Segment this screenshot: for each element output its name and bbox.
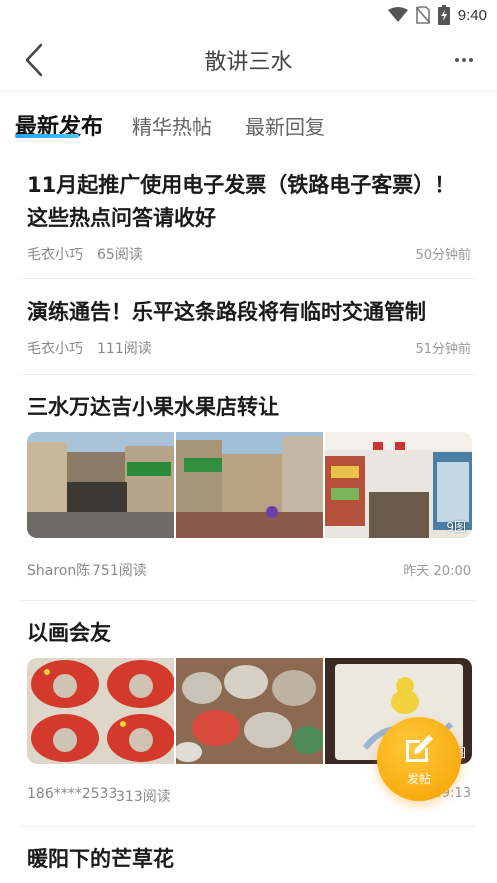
post-time: 昨天 20:00 [403, 564, 471, 579]
post-title[interactable]: 以画会友 [20, 617, 477, 650]
post-image-gallery[interactable]: 9图 [27, 432, 472, 538]
post-time: 50分钟前 [415, 248, 471, 263]
post-image[interactable] [27, 658, 174, 764]
post-item[interactable]: 暖阳下的芒草花 [20, 827, 477, 883]
post-title[interactable]: 演练通告！乐平这条路段将有临时交通管制 [20, 296, 477, 329]
status-time: 9:40 [457, 6, 487, 24]
post-meta: 毛衣小巧 65阅读 50分钟前 [20, 244, 477, 266]
wifi-icon [387, 7, 408, 22]
tab-bar: 最新发布 精华热帖 最新回复 [0, 104, 497, 144]
status-icons: 9:40 [387, 5, 487, 25]
post-time: 51分钟前 [415, 342, 471, 357]
post-item[interactable]: 11月起推广使用电子发票（铁路电子客票）！这些热点问答请收好 毛衣小巧 65阅读… [20, 152, 477, 279]
status-bar: 9:40 [0, 0, 497, 28]
post-author[interactable]: 毛衣小巧 [27, 338, 83, 358]
post-image[interactable] [176, 432, 323, 538]
new-post-button[interactable]: 发帖 [377, 717, 461, 801]
tab-latest-replies[interactable]: 最新回复 [245, 111, 325, 140]
tab-active-indicator [15, 134, 79, 138]
post-meta: Sharon陈 751阅读 昨天 20:00 [20, 560, 477, 582]
more-button[interactable] [451, 48, 477, 72]
post-author[interactable]: 毛衣小巧 [27, 244, 83, 264]
post-image[interactable] [176, 658, 323, 764]
post-read-count: 751阅读 [92, 563, 147, 579]
battery-charging-icon [437, 5, 450, 25]
more-dots-icon [455, 58, 473, 62]
tab-featured[interactable]: 精华热帖 [132, 111, 212, 140]
post-item[interactable]: 演练通告！乐平这条路段将有临时交通管制 毛衣小巧 111阅读 51分钟前 [20, 279, 477, 375]
post-meta: 毛衣小巧 111阅读 51分钟前 [20, 338, 477, 360]
post-image[interactable] [27, 432, 174, 538]
edit-icon [406, 734, 433, 762]
new-post-label: 发帖 [406, 771, 431, 786]
post-author[interactable]: Sharon陈 [27, 560, 90, 580]
post-read-count: 111阅读 [97, 341, 152, 357]
image-count-badge: 9图 [446, 520, 466, 534]
post-item[interactable]: 三水万达吉小果水果店转让 9图 Sharon陈 751阅读 昨天 20:00 [20, 375, 477, 601]
no-sim-icon [415, 6, 430, 24]
post-title[interactable]: 11月起推广使用电子发票（铁路电子客票）！这些热点问答请收好 [20, 169, 477, 235]
post-image[interactable]: 9图 [325, 432, 472, 538]
post-title[interactable]: 三水万达吉小果水果店转让 [20, 391, 477, 424]
post-read-count: 313阅读 [116, 789, 171, 805]
post-author[interactable]: 186****2533 [27, 786, 117, 802]
page-title: 散讲三水 [204, 50, 293, 75]
nav-bar: 散讲三水 [0, 28, 497, 92]
post-read-count: 65阅读 [97, 247, 143, 263]
post-title[interactable]: 暖阳下的芒草花 [20, 843, 477, 876]
